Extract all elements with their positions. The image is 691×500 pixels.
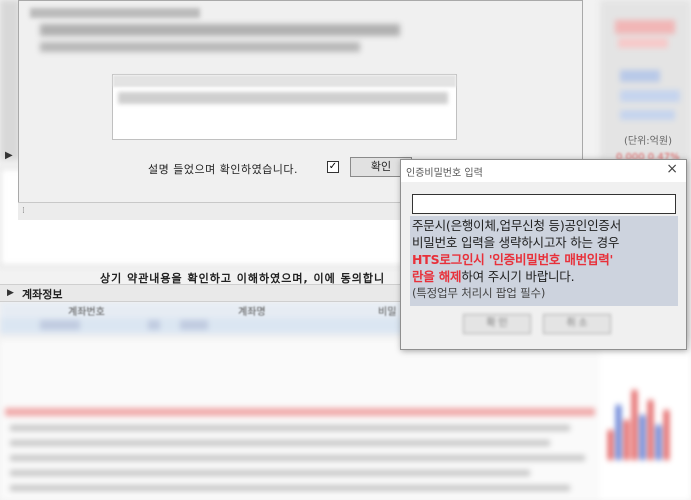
account-cell [148, 320, 160, 330]
message-note: (특정업무 처리시 팝업 필수) [412, 286, 546, 300]
unit-label: (단위:억원) [624, 136, 672, 147]
blurred-text-line [10, 470, 530, 476]
account-name-cell [180, 320, 208, 330]
column-header-account-number: 계좌번호 [68, 307, 105, 318]
blurred-text-line [10, 455, 585, 461]
account-number-cell [40, 320, 80, 330]
chart-bar [648, 400, 653, 460]
account-table-header [0, 302, 410, 318]
right-quote-row [620, 110, 675, 120]
chart-bar [632, 390, 637, 460]
cert-ok-button[interactable]: 확 인 [463, 314, 531, 334]
message-line: 비밀번호 입력을 생략하시고자 하는 경우 [412, 235, 620, 250]
cert-info-message: 주문시(은행이체,업무신청 등)공인인증서 비밀번호 입력을 생략하시고자 하는… [410, 216, 678, 306]
column-header-password: 비밀 [378, 307, 397, 318]
chart-bar [656, 425, 661, 460]
bottom-list-panel [0, 340, 600, 500]
cert-password-dialog: 인증비밀번호 입력 × 주문시(은행이체,업무신청 등)공인인증서 비밀번호 입… [400, 159, 687, 350]
chart-bar [640, 415, 645, 460]
message-line: 주문시(은행이체,업무신청 등)공인인증서 [412, 218, 622, 233]
mini-chart [600, 340, 691, 500]
chart-bar [624, 420, 629, 460]
terms-table-row[interactable] [118, 92, 448, 104]
column-header-account-name: 계좌명 [238, 307, 266, 318]
terms-table-header [113, 75, 456, 87]
blurred-text-line [10, 485, 570, 491]
right-price-block-2 [618, 38, 668, 48]
left-edge-panel [0, 0, 20, 160]
cert-password-input[interactable] [412, 194, 676, 214]
blurred-dialog-text [30, 8, 200, 18]
close-icon[interactable]: × [666, 161, 678, 177]
confirm-checkbox[interactable]: ✓ [327, 161, 339, 173]
chart-bar [616, 405, 621, 460]
blurred-dialog-text [40, 24, 400, 36]
message-line-warning: HTS로그인시 '인증비밀번호 매번입력' [412, 252, 614, 267]
message-warning-fragment: 란을 해제 [412, 269, 462, 284]
right-quote-row [620, 90, 680, 102]
message-line: 란을 해제하여 주시기 바랍니다. [412, 268, 676, 285]
blurred-text-line [10, 425, 570, 431]
play-triangle-icon: ▶ [5, 150, 13, 161]
warning-text-line [5, 408, 595, 416]
blurred-dialog-text [40, 42, 360, 52]
right-price-block [615, 20, 675, 34]
dialog-title: 인증비밀번호 입력 [406, 168, 483, 179]
dialog-titlebar: 인증비밀번호 입력 × [401, 160, 686, 182]
play-triangle-icon: ▶ [7, 288, 14, 298]
chart-bar [664, 410, 669, 460]
message-fragment: 하여 주시기 바랍니다. [461, 269, 575, 284]
blurred-text-line [10, 440, 550, 446]
cert-cancel-button[interactable]: 취 소 [543, 314, 611, 334]
confirm-statement: 설명 들었으며 확인하였습니다. [148, 163, 299, 176]
resize-grip-icon[interactable]: ⁞ [22, 206, 25, 216]
right-quote-row [620, 70, 660, 82]
account-section-title: 계좌정보 [22, 288, 63, 301]
chart-bar [608, 430, 613, 460]
